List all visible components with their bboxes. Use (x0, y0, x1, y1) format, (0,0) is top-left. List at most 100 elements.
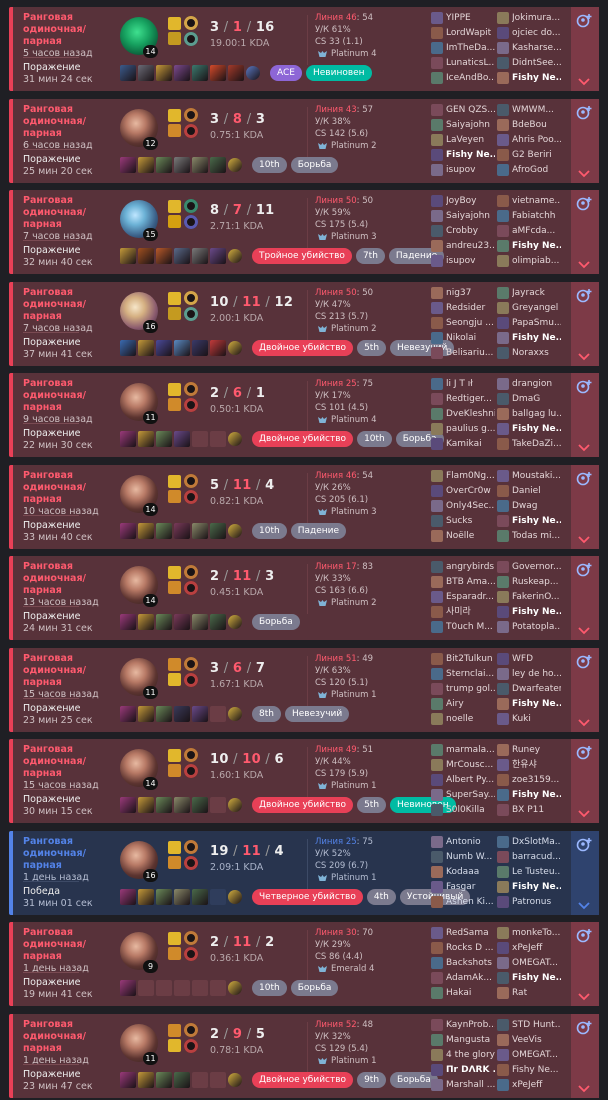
player-name[interactable]: barracud... (512, 850, 561, 864)
player-entry[interactable]: 4 the glory (431, 1048, 495, 1062)
player-entry[interactable]: GEN QZS... (431, 103, 495, 117)
expand-details-button[interactable] (571, 464, 599, 549)
player-name[interactable]: Ruskeap... (512, 575, 561, 589)
item-icon[interactable] (120, 980, 136, 996)
player-entry[interactable]: Daniel (497, 484, 561, 498)
item-icon[interactable] (210, 522, 226, 539)
player-name[interactable]: ojciec do... (512, 26, 561, 40)
player-name[interactable]: Redtiger... (446, 392, 495, 406)
item-icon[interactable] (156, 65, 172, 81)
summoner-spell-icon[interactable] (168, 855, 181, 869)
player-entry[interactable]: Hakai (431, 986, 495, 1000)
secondary-rune-icon[interactable] (184, 398, 198, 412)
chevron-down-icon[interactable] (578, 254, 590, 269)
player-name[interactable]: Noraxxs (512, 346, 561, 360)
player-name[interactable]: isupov (446, 163, 495, 177)
player-name[interactable]: Fishy Ne... (512, 422, 561, 436)
ward-item-icon[interactable] (228, 249, 242, 263)
player-entry[interactable]: Bit2Tulkun (431, 652, 495, 666)
player-name[interactable]: olimpiab... (512, 254, 561, 268)
expand-details-button[interactable] (571, 373, 599, 457)
chevron-down-icon[interactable] (578, 620, 590, 635)
item-icon[interactable] (120, 65, 136, 81)
match-card[interactable]: Ранговая одиночная/парная 7 часов назад По… (9, 190, 599, 274)
player-name[interactable]: Rat (512, 986, 561, 1000)
item-icon[interactable] (210, 65, 226, 81)
ward-item-icon[interactable] (228, 340, 242, 355)
player-entry[interactable]: trump gol... (431, 682, 495, 696)
item-icon[interactable] (174, 522, 190, 539)
item-icon[interactable] (120, 797, 136, 813)
player-entry[interactable]: 한유샤 (497, 758, 561, 772)
player-name[interactable]: Seongju ... (446, 316, 495, 330)
item-icon[interactable] (120, 522, 136, 539)
player-name[interactable]: JoyBoy (446, 194, 495, 208)
match-card[interactable]: Ранговая одиночная/парная 1 день назад Пор… (9, 1013, 599, 1098)
player-name[interactable]: Fasgar (446, 880, 495, 894)
player-name[interactable]: Kasharse... (512, 41, 561, 55)
player-name[interactable]: FakerinO... (512, 590, 561, 604)
player-entry[interactable]: ojciec do... (497, 26, 561, 40)
player-name[interactable]: Potatopla... (512, 620, 561, 634)
player-entry[interactable]: monkeTo... (497, 926, 561, 940)
player-entry[interactable]: Rat (497, 986, 561, 1000)
player-entry[interactable]: PapaSmu... (497, 316, 561, 330)
player-entry[interactable]: Πr DΛRK ... (431, 1063, 495, 1077)
player-name[interactable]: Ashen Ki... (446, 895, 495, 909)
keystone-rune-icon[interactable] (184, 565, 198, 579)
item-icon[interactable] (156, 888, 172, 905)
summoner-spell-icon[interactable] (168, 932, 181, 945)
keystone-rune-icon[interactable] (184, 107, 198, 122)
item-icon[interactable] (174, 339, 190, 356)
player-entry[interactable]: Sternclai... (431, 667, 495, 681)
summoner-spell-icon[interactable] (168, 1038, 181, 1052)
player-name[interactable]: Nikolai (446, 331, 495, 345)
player-name[interactable]: Fishy Ne... (512, 697, 561, 711)
item-icon[interactable] (138, 339, 154, 356)
player-name[interactable]: 한유샤 (512, 758, 561, 772)
summoner-spell-icon[interactable] (168, 215, 181, 228)
player-entry[interactable]: AfroGod (497, 163, 561, 177)
player-name[interactable]: Fishy Ne... (512, 605, 561, 619)
player-name[interactable]: Noëlle (446, 529, 495, 543)
player-name[interactable]: Fishy Ne... (512, 788, 561, 802)
player-name[interactable]: DmaG (512, 392, 561, 406)
player-name[interactable]: Fishy Ne... (446, 148, 495, 162)
player-entry[interactable]: isupov (431, 254, 495, 268)
player-name[interactable]: Kodaaa (446, 865, 495, 879)
item-icon[interactable] (192, 248, 208, 264)
player-name[interactable]: Fishy Ne... (512, 239, 561, 253)
match-card[interactable]: Ранговая одиночная/парная 15 часов назад П… (9, 647, 599, 732)
player-entry[interactable]: AdamAk... (431, 971, 495, 985)
player-entry[interactable]: LaVeyen (431, 133, 495, 147)
add-friend-icon[interactable] (575, 287, 595, 305)
match-card[interactable]: Ранговая одиночная/парная 6 часов назад По… (9, 98, 599, 183)
player-name[interactable]: OverCr0w (446, 484, 495, 498)
player-entry[interactable]: Fishy Ne... (497, 422, 561, 436)
player-name[interactable]: ley de ho... (512, 667, 561, 681)
player-entry[interactable]: Dwag (497, 499, 561, 513)
player-entry[interactable]: OMEGAT... (497, 1048, 561, 1062)
player-name[interactable]: noelle (446, 712, 495, 726)
player-name[interactable]: marmala... (446, 743, 495, 757)
add-friend-icon[interactable] (575, 104, 595, 122)
item-icon[interactable] (192, 705, 208, 722)
player-entry[interactable]: Kodaaa (431, 865, 495, 879)
player-entry[interactable]: Jokimura... (497, 11, 561, 25)
item-icon[interactable] (120, 705, 136, 722)
player-entry[interactable]: andreu23... (431, 239, 495, 253)
player-entry[interactable]: ballgag lu... (497, 407, 561, 421)
item-icon[interactable] (192, 888, 208, 905)
player-name[interactable]: PapaSmu... (512, 316, 561, 330)
player-entry[interactable]: Fishy Ne... (497, 605, 561, 619)
player-entry[interactable]: Greyangel (497, 301, 561, 315)
summoner-spell-icon[interactable] (168, 32, 181, 45)
player-entry[interactable]: Jayrack (497, 286, 561, 300)
player-name[interactable]: OMEGAT... (512, 956, 561, 970)
summoner-spell-icon[interactable] (168, 17, 181, 30)
expand-details-button[interactable] (571, 922, 599, 1006)
player-name[interactable]: Marshall ... (446, 1078, 495, 1092)
player-name[interactable]: Dwag (512, 499, 561, 513)
player-name[interactable]: WFD (512, 652, 561, 666)
player-name[interactable]: paulius g... (446, 422, 495, 436)
